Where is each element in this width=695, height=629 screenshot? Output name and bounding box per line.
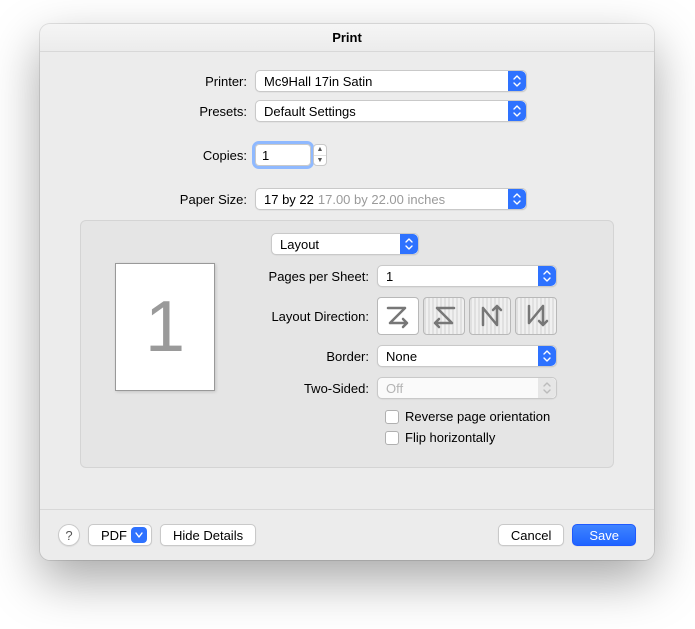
- preview-page-number: 1: [145, 286, 185, 368]
- layout-direction-n2-icon[interactable]: [515, 297, 557, 335]
- pages-per-sheet-selected: 1: [386, 269, 393, 284]
- printer-selected: Mc9Hall 17in Satin: [264, 74, 372, 89]
- popup-arrows-icon: [400, 234, 418, 254]
- stepper-down-icon[interactable]: ▼: [314, 156, 326, 166]
- copies-input[interactable]: [255, 144, 311, 166]
- popup-arrows-icon: [538, 266, 556, 286]
- save-label: Save: [589, 528, 619, 543]
- layout-direction-group: [377, 297, 557, 335]
- print-dialog: Print Printer: Mc9Hall 17in Satin Preset…: [40, 24, 654, 560]
- title-text: Print: [332, 30, 362, 45]
- cancel-button[interactable]: Cancel: [498, 524, 564, 546]
- popup-arrows-icon: [508, 71, 526, 91]
- window-title: Print: [40, 24, 654, 52]
- layout-direction-n-icon[interactable]: [469, 297, 511, 335]
- popup-arrows-icon: [538, 378, 556, 398]
- printer-popup[interactable]: Mc9Hall 17in Satin: [255, 70, 527, 92]
- two-sided-selected: Off: [386, 381, 403, 396]
- border-selected: None: [386, 349, 417, 364]
- copies-stepper[interactable]: ▲ ▼: [313, 144, 327, 166]
- popup-arrows-icon: [538, 346, 556, 366]
- save-button[interactable]: Save: [572, 524, 636, 546]
- paper-size-detail: 17.00 by 22.00 inches: [318, 192, 445, 207]
- stepper-up-icon[interactable]: ▲: [314, 145, 326, 156]
- flip-horizontally-label: Flip horizontally: [405, 430, 495, 445]
- section-selected: Layout: [280, 237, 319, 252]
- dialog-body: Printer: Mc9Hall 17in Satin Presets: Def…: [40, 52, 654, 509]
- pdf-menu-button[interactable]: PDF: [88, 524, 152, 546]
- paper-size-label: Paper Size:: [60, 192, 255, 207]
- layout-direction-s-icon[interactable]: [423, 297, 465, 335]
- presets-selected: Default Settings: [264, 104, 356, 119]
- dialog-footer: ? PDF Hide Details Cancel Save: [40, 509, 654, 560]
- copies-label: Copies:: [60, 148, 255, 163]
- presets-label: Presets:: [60, 104, 255, 119]
- reverse-orientation-label: Reverse page orientation: [405, 409, 550, 424]
- paper-size-selected: 17 by 22: [264, 192, 314, 207]
- presets-popup[interactable]: Default Settings: [255, 100, 527, 122]
- reverse-orientation-checkbox[interactable]: [385, 410, 399, 424]
- layout-panel: Layout 1 Pages per Sheet: 1: [80, 220, 614, 468]
- pdf-label: PDF: [101, 528, 127, 543]
- cancel-label: Cancel: [511, 528, 551, 543]
- hide-details-label: Hide Details: [173, 528, 243, 543]
- page-preview: 1: [115, 263, 215, 391]
- paper-size-popup[interactable]: 17 by 22 17.00 by 22.00 inches: [255, 188, 527, 210]
- border-popup[interactable]: None: [377, 345, 557, 367]
- popup-arrows-icon: [508, 101, 526, 121]
- flip-horizontally-checkbox[interactable]: [385, 431, 399, 445]
- printer-label: Printer:: [60, 74, 255, 89]
- popup-arrows-icon: [508, 189, 526, 209]
- section-popup[interactable]: Layout: [271, 233, 419, 255]
- layout-direction-z-icon[interactable]: [377, 297, 419, 335]
- help-icon: ?: [65, 528, 72, 543]
- hide-details-button[interactable]: Hide Details: [160, 524, 256, 546]
- pages-per-sheet-popup[interactable]: 1: [377, 265, 557, 287]
- two-sided-popup: Off: [377, 377, 557, 399]
- help-button[interactable]: ?: [58, 524, 80, 546]
- chevron-down-icon: [131, 527, 147, 543]
